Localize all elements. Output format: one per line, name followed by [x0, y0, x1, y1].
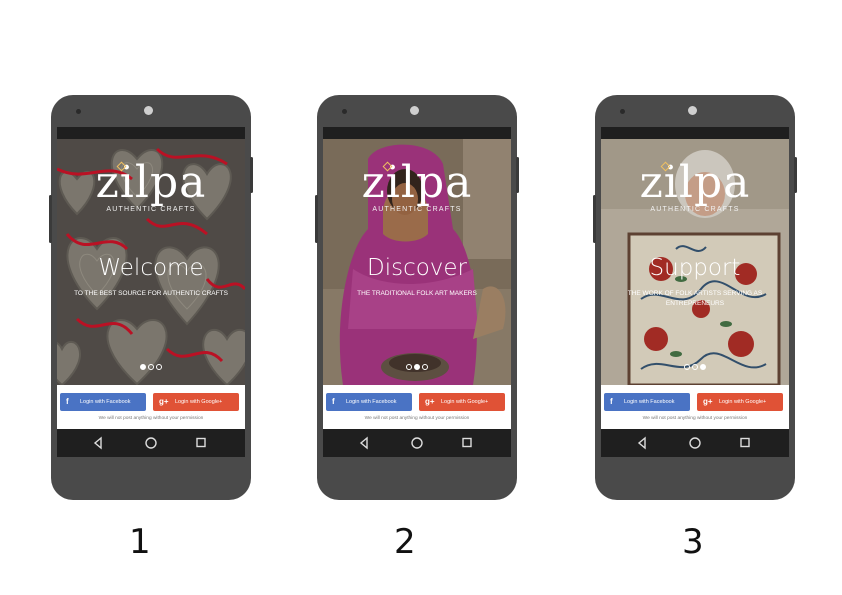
page-indicator [601, 357, 789, 375]
permission-disclaimer: We will not post anything without your p… [642, 416, 748, 421]
page-dot-2[interactable] [692, 364, 698, 370]
page-dot-2[interactable] [414, 364, 420, 370]
login-facebook-button[interactable]: f Login with Facebook [326, 393, 412, 411]
back-icon[interactable] [359, 436, 368, 450]
earpiece-speaker [144, 106, 153, 115]
facebook-button-label: Login with Facebook [80, 399, 131, 405]
logo-wordmark: zilpa [361, 157, 473, 208]
front-camera [620, 109, 625, 114]
logo-tagline: AUTHENTIC CRAFTS [372, 206, 462, 213]
logo-tagline: AUTHENTIC CRAFTS [106, 206, 196, 213]
volume-button [593, 195, 596, 243]
permission-disclaimer: We will not post anything without your p… [98, 416, 204, 421]
status-bar [57, 127, 245, 139]
back-icon[interactable] [93, 436, 102, 450]
nav-buttons [359, 436, 472, 450]
onboarding-subline: THE WORK OF FOLK ARTISTS SERVING AS ENTR… [627, 290, 763, 307]
login-google-button[interactable]: g+ Login with Google+ [153, 393, 239, 411]
onboarding-subline: THE TRADITIONAL FOLK ART MAKERS [357, 290, 477, 297]
onboarding-headline: Welcome [98, 255, 204, 281]
home-icon[interactable] [689, 437, 701, 449]
page-dot-1[interactable] [406, 364, 412, 370]
home-icon[interactable] [145, 437, 157, 449]
facebook-icon: f [332, 397, 335, 406]
page-dot-3[interactable] [156, 364, 162, 370]
nav-buttons [93, 436, 206, 450]
page-dot-2[interactable] [148, 364, 154, 370]
login-google-button[interactable]: g+ Login with Google+ [419, 393, 505, 411]
logo-wordmark: zilpa [95, 157, 207, 208]
page-indicator [323, 357, 511, 375]
logo-tagline: AUTHENTIC CRAFTS [650, 206, 740, 213]
home-icon[interactable] [411, 437, 423, 449]
google-button-label: Login with Google+ [441, 399, 489, 405]
step-number-2: 2 [394, 522, 416, 562]
android-nav-bar [601, 429, 789, 457]
zilpa-logo: zilpa AUTHENTIC CRAFTS [57, 157, 245, 214]
status-bar [323, 127, 511, 139]
login-google-button[interactable]: g+ Login with Google+ [697, 393, 783, 411]
facebook-icon: f [610, 397, 613, 406]
permission-disclaimer: We will not post anything without your p… [364, 416, 470, 421]
page-dot-3[interactable] [422, 364, 428, 370]
page-dot-3[interactable] [700, 364, 706, 370]
onboarding-headline: Discover [366, 255, 468, 281]
facebook-button-label: Login with Facebook [624, 399, 675, 405]
logo-wordmark: zilpa [639, 157, 751, 208]
nav-buttons [637, 436, 750, 450]
google-button-label: Login with Google+ [719, 399, 767, 405]
google-button-label: Login with Google+ [175, 399, 223, 405]
android-nav-bar [57, 429, 245, 457]
power-button [794, 157, 797, 193]
earpiece-speaker [410, 106, 419, 115]
power-button [516, 157, 519, 193]
front-camera [342, 109, 347, 114]
recents-icon[interactable] [740, 437, 750, 448]
page-indicator [57, 357, 245, 375]
phone-screen: zilpa AUTHENTIC CRAFTS Welcome TO THE BE… [57, 127, 245, 457]
login-panel: f Login with Facebook g+ Login with Goog… [323, 385, 511, 429]
phone-screen: zilpa AUTHENTIC CRAFTS Discover THE TRAD… [323, 127, 511, 457]
zilpa-logo: zilpa AUTHENTIC CRAFTS [601, 157, 789, 214]
login-panel: f Login with Facebook g+ Login with Goog… [601, 385, 789, 429]
page-dot-1[interactable] [140, 364, 146, 370]
front-camera [76, 109, 81, 114]
step-number-1: 1 [129, 522, 151, 562]
onboarding-headline: Support [649, 255, 741, 281]
login-facebook-button[interactable]: f Login with Facebook [604, 393, 690, 411]
onboarding-subline: TO THE BEST SOURCE FOR AUTHENTIC CRAFTS [74, 290, 228, 297]
phone-mockup-3: zilpa AUTHENTIC CRAFTS Support THE WORK … [593, 95, 797, 500]
step-number-3: 3 [682, 522, 704, 562]
google-plus-icon: g+ [425, 397, 435, 406]
page-dot-1[interactable] [684, 364, 690, 370]
volume-button [49, 195, 52, 243]
google-plus-icon: g+ [159, 397, 169, 406]
power-button [250, 157, 253, 193]
zilpa-logo: zilpa AUTHENTIC CRAFTS [323, 157, 511, 214]
login-panel: f Login with Facebook g+ Login with Goog… [57, 385, 245, 429]
status-bar [601, 127, 789, 139]
facebook-icon: f [66, 397, 69, 406]
earpiece-speaker [688, 106, 697, 115]
phone-mockup-2: zilpa AUTHENTIC CRAFTS Discover THE TRAD… [315, 95, 519, 500]
volume-button [315, 195, 318, 243]
phone-screen: zilpa AUTHENTIC CRAFTS Support THE WORK … [601, 127, 789, 457]
login-facebook-button[interactable]: f Login with Facebook [60, 393, 146, 411]
recents-icon[interactable] [462, 437, 472, 448]
facebook-button-label: Login with Facebook [346, 399, 397, 405]
back-icon[interactable] [637, 436, 646, 450]
android-nav-bar [323, 429, 511, 457]
phone-mockup-1: zilpa AUTHENTIC CRAFTS Welcome TO THE BE… [49, 95, 253, 500]
recents-icon[interactable] [196, 437, 206, 448]
google-plus-icon: g+ [703, 397, 713, 406]
